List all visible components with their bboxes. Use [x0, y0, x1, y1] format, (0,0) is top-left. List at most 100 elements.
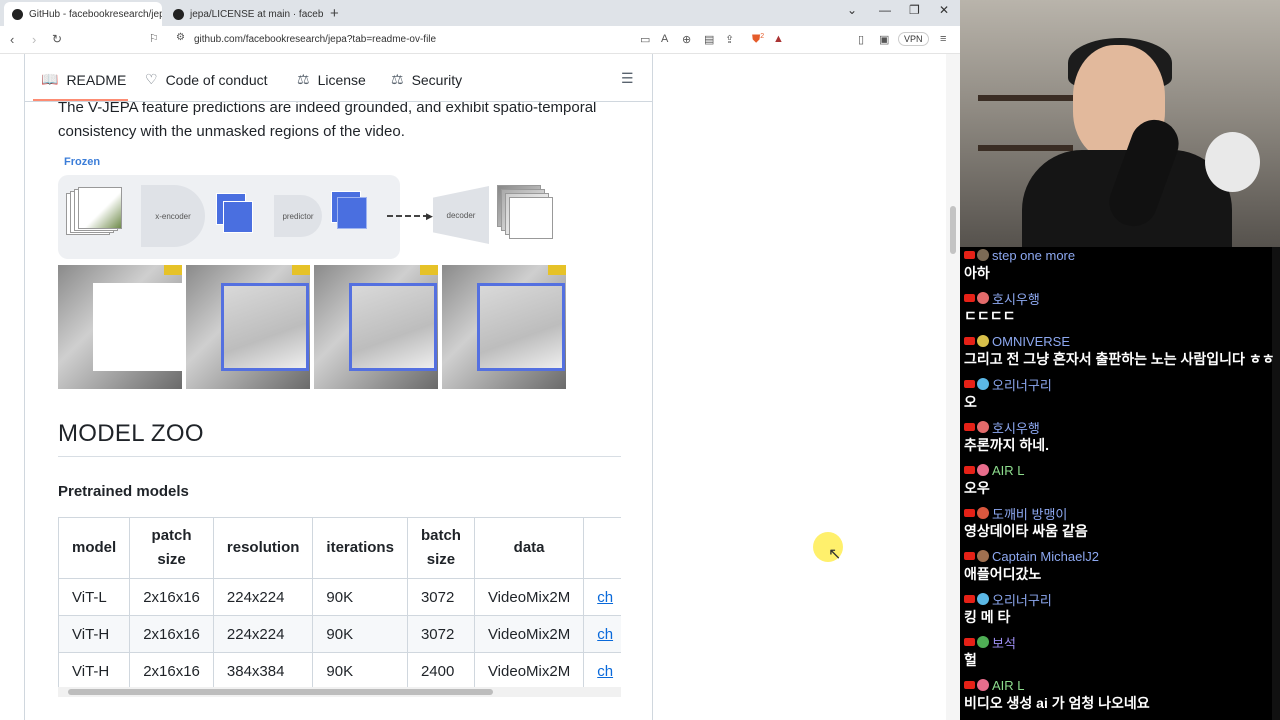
table-cell: VideoMix2M — [473, 578, 585, 616]
reader-icon[interactable]: ▤ — [704, 33, 714, 46]
chat-text: 그리고 전 그냥 혼자서 출판하는 노는 사람입니다 ㅎㅎ — [964, 351, 1275, 367]
tab-github-jepa[interactable]: GitHub - facebookresearch/jep ✕ — [4, 2, 162, 26]
minimize-icon[interactable]: — — [879, 3, 891, 17]
tab-label: License — [317, 71, 366, 88]
close-window-icon[interactable]: ✕ — [939, 3, 949, 17]
chat-author: AIR L — [964, 462, 1278, 478]
table-cell: 90K — [312, 652, 408, 687]
avatar — [977, 593, 989, 605]
models-table-wrapper[interactable]: model patch size resolution iterations b… — [58, 517, 621, 687]
lamp — [1205, 132, 1260, 192]
chat-author: 도깨비 방맹이 — [964, 505, 1278, 522]
chat-author: 호시우행 — [964, 290, 1278, 307]
tab-title: GitHub - facebookresearch/jep — [29, 8, 162, 20]
column-header: data — [473, 517, 585, 579]
back-icon[interactable]: ‹ — [10, 32, 14, 47]
shield-count-badge: 2 — [760, 33, 765, 40]
avatar — [977, 550, 989, 562]
chat-author-name: Captain MichaelJ2 — [992, 548, 1099, 564]
zoom-icon[interactable]: ⊕ — [682, 33, 691, 46]
url-input[interactable]: github.com/facebookresearch/jepa?tab=rea… — [194, 34, 436, 45]
youtube-icon — [964, 509, 975, 517]
youtube-icon — [964, 595, 975, 603]
avatar — [977, 249, 989, 261]
tab-readme[interactable]: 📖 README — [41, 71, 126, 88]
translate-icon[interactable]: A — [661, 33, 668, 45]
avatar — [977, 378, 989, 390]
column-header: iterations — [312, 517, 408, 579]
chevron-down-icon[interactable]: ⌄ — [847, 3, 857, 17]
outline-list-icon[interactable]: ☰ — [621, 70, 634, 87]
avatar — [977, 507, 989, 519]
heart-icon: ♡ — [145, 71, 158, 87]
avatar — [977, 292, 989, 304]
chat-author-name: 호시우행 — [992, 420, 1040, 436]
table-cell: ViT-H — [58, 615, 131, 653]
sidebar-icon[interactable]: ▯ — [858, 33, 864, 46]
video-frame-prediction — [442, 265, 566, 389]
chat-author: step one more — [964, 247, 1278, 263]
tab-title: jepa/LICENSE at main · facebookre — [190, 8, 323, 20]
bookmark-icon[interactable]: ⚐ — [149, 32, 159, 45]
share-icon[interactable]: ⇪ — [725, 33, 734, 46]
cast-icon[interactable]: ▭ — [640, 33, 650, 46]
table-horizontal-scrollbar[interactable] — [58, 687, 621, 697]
youtube-icon — [964, 423, 975, 431]
site-info-icon[interactable]: ⚙ — [176, 32, 185, 43]
chat-author-name: step one more — [992, 247, 1076, 263]
pretrained-models-table: model patch size resolution iterations b… — [58, 517, 621, 687]
chat-text: 비디오 생성 ai 가 엄청 나오네요 — [964, 695, 1150, 711]
chat-author: 오리너구리 — [964, 591, 1278, 608]
mouse-cursor-icon: ↖ — [828, 546, 842, 563]
chat-message: AIR L 비디오 생성 ai 가 엄청 나오네요 — [964, 677, 1278, 713]
chat-author-name: 도깨비 방맹이 — [992, 506, 1068, 522]
checkpoint-link[interactable]: ch — [597, 626, 613, 643]
table-cell: 2x16x16 — [129, 578, 214, 616]
tab-label: Security — [411, 71, 463, 88]
table-cell: 384x384 — [212, 652, 314, 687]
checkpoint-link[interactable]: ch — [597, 589, 613, 606]
chat-text: ㄷㄷㄷㄷ — [964, 308, 1016, 324]
tab-security[interactable]: ⚖ Security — [391, 71, 462, 88]
restore-icon[interactable]: ❐ — [909, 3, 920, 17]
page-vertical-scrollbar[interactable] — [946, 54, 960, 720]
chat-author: Captain MichaelJ2 — [964, 548, 1278, 564]
tab-bar: GitHub - facebookresearch/jep ✕ jepa/LIC… — [0, 0, 960, 26]
menu-icon[interactable]: ≡ — [940, 33, 946, 45]
youtube-icon — [964, 380, 975, 388]
reload-icon[interactable]: ↻ — [52, 32, 62, 46]
checkpoint-link[interactable]: ch — [597, 663, 613, 680]
scrollbar-thumb[interactable] — [950, 206, 956, 254]
youtube-icon — [964, 638, 975, 646]
table-cell: 224x224 — [212, 578, 314, 616]
chat-author: 보석 — [964, 634, 1278, 651]
brave-rewards-icon[interactable]: ▲ — [773, 33, 784, 45]
avatar — [977, 421, 989, 433]
column-header: resolution — [212, 517, 314, 579]
chat-text: 아하 — [964, 265, 990, 281]
wallet-icon[interactable]: ▣ — [879, 33, 889, 46]
active-tab-underline — [33, 99, 128, 101]
table-cell: VideoMix2M — [473, 615, 585, 653]
github-page: The V-JEPA feature predictions are indee… — [0, 54, 960, 720]
readme-paragraph: The V-JEPA feature predictions are indee… — [58, 99, 597, 140]
brave-shield-icon[interactable]: ⛊2 — [752, 33, 764, 47]
book-icon: 📖 — [41, 71, 59, 87]
chat-author-name: 오리너구리 — [992, 592, 1052, 608]
video-frame-prediction — [314, 265, 438, 389]
youtube-icon — [964, 552, 975, 560]
table-cell: 224x224 — [212, 615, 314, 653]
vpn-button[interactable]: VPN — [898, 32, 929, 46]
scrollbar-thumb[interactable] — [68, 689, 493, 695]
tab-license[interactable]: jepa/LICENSE at main · facebookre ✕ — [165, 2, 323, 26]
avatar — [977, 464, 989, 476]
arrow-head-icon: ▶ — [426, 211, 433, 221]
forward-icon[interactable]: › — [32, 32, 36, 47]
tab-license[interactable]: ⚖ License — [297, 71, 366, 88]
chat-author-name: AIR L — [992, 462, 1025, 478]
tab-code-of-conduct[interactable]: ♡ Code of conduct — [145, 71, 268, 88]
new-tab-button[interactable]: + — [330, 5, 339, 22]
shelf — [978, 145, 1073, 151]
chat-author-name: 보석 — [992, 635, 1016, 651]
chat-message: Captain MichaelJ2 애플어디갔노 — [964, 548, 1278, 584]
